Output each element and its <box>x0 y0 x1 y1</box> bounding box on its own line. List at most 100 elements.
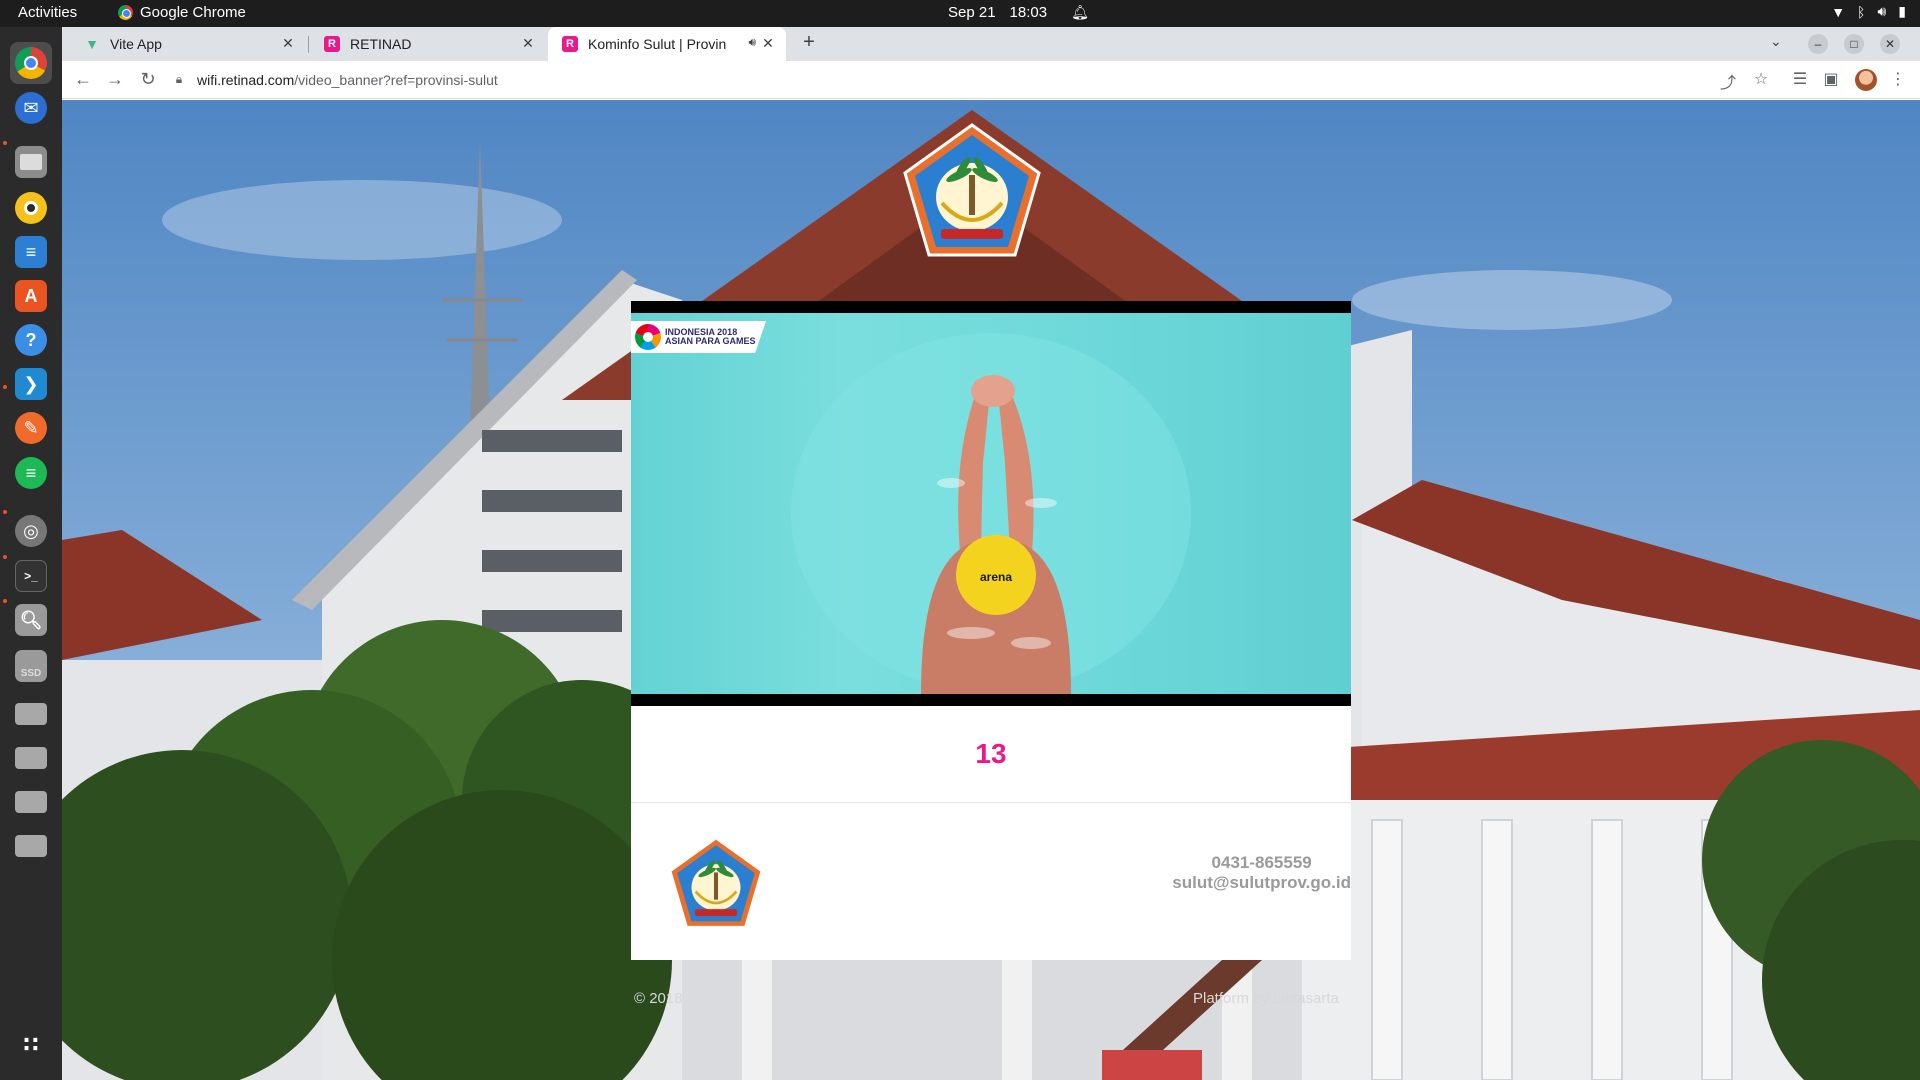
platform-credit: Platform by Lintasarta <box>1193 990 1339 1007</box>
phone-number: 0431-865559 <box>1211 853 1312 872</box>
tab-retinad[interactable]: R RETINAD ✕ <box>310 27 546 61</box>
tab-search-icon[interactable]: ⌄ <box>1770 33 1782 50</box>
url-domain: wifi.retinad.com <box>197 71 295 88</box>
wifi-icon: ▼ <box>1831 3 1846 20</box>
drive-icon <box>15 791 47 813</box>
dock-inkscape[interactable]: ✎ <box>10 407 52 449</box>
tab-close-icon[interactable]: ✕ <box>760 35 776 52</box>
dock-disk[interactable]: ◎ <box>10 510 52 552</box>
app-name-label: Google Chrome <box>140 4 246 21</box>
lock-icon: 🔒︎ <box>175 72 183 86</box>
dock-show-apps[interactable]: ∷ <box>10 1024 52 1066</box>
retinad-favicon-icon: R <box>562 36 578 52</box>
activities-button[interactable]: Activities <box>18 4 77 21</box>
dock-writer[interactable]: ≡ <box>10 231 52 273</box>
tab-kominfo-sulut[interactable]: R Kominfo Sulut | Provin 🔊︎ ✕ <box>548 27 786 61</box>
thunderbird-icon: ✉ <box>15 92 47 124</box>
inkscape-icon: ✎ <box>15 412 47 444</box>
dock-thunderbird[interactable]: ✉ <box>10 87 52 129</box>
asian-para-games-logo-icon <box>635 324 661 350</box>
tab-title: RETINAD <box>350 36 412 52</box>
new-tab-button[interactable]: + <box>796 31 822 54</box>
system-top-bar: Activities Google Chrome Sep 21 18:03 🔔︎… <box>0 0 1920 27</box>
footer-crest-logo <box>669 837 763 928</box>
notification-bell-icon: 🔔︎ <box>1071 4 1089 20</box>
bluetooth-icon: ᛒ <box>1857 3 1866 20</box>
app-center-icon: A <box>15 280 47 312</box>
dock-files[interactable] <box>10 141 52 183</box>
close-window-icon[interactable]: ✕ <box>1880 34 1900 54</box>
card-footer: 0431-865559 sulut@sulutprov.go.id <box>631 803 1351 960</box>
dock-terminal[interactable]: >_ <box>10 555 52 597</box>
share-icon[interactable]: ⤴ <box>1718 69 1738 93</box>
help-icon: ? <box>15 324 47 356</box>
running-indicator <box>3 141 7 145</box>
dock-drive-4[interactable] <box>10 825 52 867</box>
tab-close-icon[interactable]: ✕ <box>520 35 536 52</box>
email-address: sulut@sulutprov.go.id <box>1172 873 1351 892</box>
running-indicator <box>3 385 7 389</box>
retinad-favicon-icon: R <box>324 36 340 52</box>
image-viewer-icon: 🔍︎ <box>15 604 47 636</box>
province-crest-logo <box>903 123 1041 257</box>
terminal-icon: >_ <box>15 560 47 592</box>
time-label: 18:03 <box>1009 4 1048 21</box>
running-indicator <box>3 599 7 603</box>
tab-vite-app[interactable]: ▼ Vite App ✕ <box>70 27 306 61</box>
clock[interactable]: Sep 21 18:03 🔔︎ <box>948 4 1089 21</box>
bookmark-star-icon[interactable]: ☆ <box>1751 69 1771 89</box>
swim-cap-text: arena <box>980 570 1012 584</box>
dock: ✉ ≡ A ? ❯ ✎ ≡ ◎ >_ 🔍︎ SSD ∷ <box>0 27 62 1080</box>
dock-spotify[interactable]: ≡ <box>10 452 52 494</box>
tab-audio-icon[interactable]: 🔊︎ <box>748 35 756 50</box>
ssd-label: SSD <box>20 668 42 679</box>
dock-drive-1[interactable] <box>10 693 52 735</box>
swimmer-illustration: arena <box>791 333 1191 694</box>
vite-favicon-icon: ▼ <box>85 36 99 52</box>
dock-rhythmbox[interactable] <box>10 187 52 229</box>
dock-drive-2[interactable] <box>10 737 52 779</box>
video-banner-card: arena INDONESIA 2018 ASIAN PARA GAMES 13… <box>631 301 1351 960</box>
address-bar[interactable]: 🔒︎ wifi.retinad.com/video_banner?ref=pro… <box>172 64 1772 95</box>
spotify-icon: ≡ <box>15 457 47 489</box>
badge-text: INDONESIA 2018 ASIAN PARA GAMES <box>665 328 756 346</box>
dock-chrome[interactable] <box>10 42 52 84</box>
rhythmbox-icon <box>15 192 47 224</box>
contact-info: 0431-865559 sulut@sulutprov.go.id <box>1172 853 1351 893</box>
profile-avatar[interactable] <box>1855 69 1877 91</box>
tab-title: Kominfo Sulut | Provin <box>588 36 727 52</box>
restore-icon[interactable]: □ <box>1844 34 1864 54</box>
url-path: /video_banner?ref=provinsi-sulut <box>294 71 498 88</box>
media-control-icon[interactable]: ☰ <box>1790 69 1810 89</box>
drive-icon <box>15 835 47 857</box>
ssd-drive-icon: SSD <box>15 650 47 682</box>
reload-icon[interactable]: ↻ <box>137 69 159 90</box>
tab-close-icon[interactable]: ✕ <box>280 35 296 52</box>
dock-ssd[interactable]: SSD <box>10 645 52 687</box>
files-icon <box>15 146 47 178</box>
minimize-icon[interactable]: – <box>1808 34 1828 54</box>
vscode-icon: ❯ <box>15 368 47 400</box>
copyright-text: © 2018 <box>634 990 683 1007</box>
browser-toolbar: ← → ↻ 🔒︎ wifi.retinad.com/video_banner?r… <box>62 61 1920 99</box>
dock-help[interactable]: ? <box>10 319 52 361</box>
dock-drive-3[interactable] <box>10 781 52 823</box>
dock-app-center[interactable]: A <box>10 275 52 317</box>
tab-title: Vite App <box>110 36 162 52</box>
running-indicator <box>3 555 7 559</box>
app-menu[interactable]: Google Chrome <box>118 4 246 21</box>
system-tray[interactable]: ▼ ᛒ 🔊︎ ▮ <box>1831 3 1906 20</box>
badge-line-2: ASIAN PARA GAMES <box>665 336 756 346</box>
video-player[interactable]: arena INDONESIA 2018 ASIAN PARA GAMES <box>631 301 1351 706</box>
back-icon[interactable]: ← <box>72 69 94 90</box>
dock-image-viewer[interactable]: 🔍︎ <box>10 599 52 641</box>
disk-icon: ◎ <box>15 515 47 547</box>
forward-icon[interactable]: → <box>104 69 126 90</box>
chrome-window: ▼ Vite App ✕ R RETINAD ✕ R Kominfo Sulut… <box>62 27 1920 1080</box>
menu-kebab-icon[interactable]: ⋮ <box>1888 69 1908 89</box>
side-panel-icon[interactable]: ▣ <box>1821 69 1841 89</box>
dock-vscode[interactable]: ❯ <box>10 363 52 405</box>
writer-icon: ≡ <box>15 236 47 268</box>
running-indicator <box>3 510 7 514</box>
asian-para-games-badge: INDONESIA 2018 ASIAN PARA GAMES <box>631 321 766 353</box>
